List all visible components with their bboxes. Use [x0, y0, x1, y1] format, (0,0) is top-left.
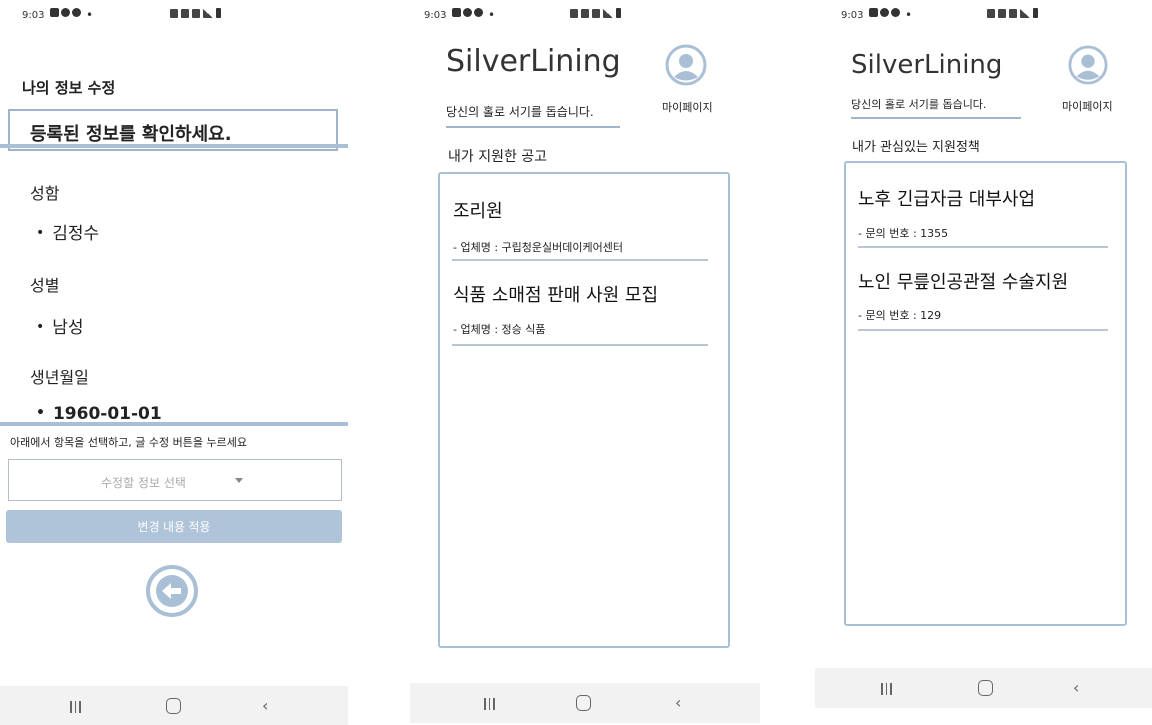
tagline: 당신의 홀로 서기를 돕습니다. [851, 98, 987, 111]
top-divider [0, 144, 348, 148]
android-nav-bar: ‹ [815, 668, 1152, 708]
policy-item-title[interactable]: 노후 긴급자금 대부사업 [858, 185, 1035, 211]
apply-changes-button[interactable]: 변경 내용 적용 [6, 510, 342, 543]
system-icons [570, 8, 621, 18]
tagline-underline [446, 126, 620, 128]
field-select-dropdown[interactable]: 수정할 정보 선택 [8, 459, 342, 501]
back-nav-icon[interactable]: ‹ [262, 696, 268, 715]
interested-policies-screen: 9:03 • SilverLining 당신의 홀로 서기를 돕습니다. 마이페… [815, 0, 1152, 725]
arrow-left-circle-icon[interactable] [145, 564, 199, 618]
tagline-underline [851, 117, 1021, 119]
system-icons [170, 8, 221, 18]
brand-logo-text: SilverLining [851, 50, 1003, 80]
bottom-divider [0, 422, 348, 426]
android-nav-bar: ‹ [410, 683, 760, 723]
confirm-banner-text: 등록된 정보를 확인하세요. [30, 124, 232, 145]
status-time: 9:03 [22, 10, 45, 21]
user-avatar-icon[interactable] [665, 44, 707, 86]
birthdate-label: 생년월일 [30, 368, 89, 387]
gender-label: 성별 [30, 276, 60, 295]
recents-icon[interactable] [70, 701, 81, 713]
recents-icon[interactable] [881, 683, 892, 695]
android-nav-bar: ‹ [0, 686, 348, 725]
policy-item-divider [858, 246, 1108, 248]
mypage-link[interactable]: 마이페이지 [662, 99, 713, 115]
job-item-divider [452, 259, 708, 261]
status-dot: • [905, 8, 913, 22]
job-item-title[interactable]: 조리원 [453, 197, 503, 223]
job-item-title[interactable]: 식품 소매점 판매 사원 모집 [453, 281, 658, 307]
status-dot: • [488, 8, 496, 22]
job-item-company: - 업체명 : 정승 식품 [453, 323, 546, 336]
section-title: 내가 지원한 공고 [448, 149, 548, 165]
back-nav-icon[interactable]: ‹ [675, 693, 681, 712]
notification-icons [452, 8, 483, 17]
job-item-company: - 업체명 : 구립청운실버데이케어센터 [453, 241, 623, 254]
select-placeholder: 수정할 정보 선택 [101, 476, 186, 490]
back-nav-icon[interactable]: ‹ [1073, 678, 1079, 697]
notification-icons [50, 8, 81, 17]
recents-icon[interactable] [484, 698, 495, 710]
gender-value: 남성 [36, 313, 83, 338]
user-avatar-icon[interactable] [1068, 45, 1110, 87]
name-label: 성함 [30, 184, 60, 203]
status-dot: • [86, 8, 94, 22]
home-icon[interactable] [166, 698, 181, 714]
instruction-text: 아래에서 항목을 선택하고, 글 수정 버튼을 누르세요 [10, 436, 247, 449]
notification-icons [869, 8, 900, 17]
interested-policies-card: 노후 긴급자금 대부사업 - 문의 번호 : 1355 노인 무릎인공관절 수술… [844, 161, 1127, 626]
status-bar: 9:03 • [410, 0, 760, 28]
job-item-divider [452, 344, 708, 346]
policy-item-contact: - 문의 번호 : 129 [858, 309, 942, 322]
applied-jobs-screen: 9:03 • SilverLining 당신의 홀로 서기를 돕습니다. 마이페… [410, 0, 760, 725]
caret-down-icon [235, 478, 243, 483]
system-icons [987, 8, 1038, 18]
home-icon[interactable] [978, 680, 993, 696]
section-title: 내가 관심있는 지원정책 [852, 140, 980, 155]
mypage-link[interactable]: 마이페이지 [1062, 98, 1113, 114]
tagline: 당신의 홀로 서기를 돕습니다. [446, 105, 594, 119]
name-value: 김정수 [36, 219, 99, 244]
policy-item-contact: - 문의 번호 : 1355 [858, 227, 949, 240]
applied-jobs-card: 조리원 - 업체명 : 구립청운실버데이케어센터 식품 소매점 판매 사원 모집… [438, 172, 730, 648]
status-time: 9:03 [841, 10, 864, 21]
policy-item-divider [858, 329, 1108, 331]
page-title: 나의 정보 수정 [22, 79, 116, 97]
status-bar: 9:03 • [0, 0, 348, 28]
edit-profile-screen: 9:03 • 나의 정보 수정 등록된 정보를 확인하세요. 성함 김정수 성별… [0, 0, 348, 725]
status-bar: 9:03 • [815, 0, 1152, 28]
status-time: 9:03 [424, 10, 447, 21]
policy-item-title[interactable]: 노인 무릎인공관절 수술지원 [858, 268, 1068, 294]
brand-logo-text: SilverLining [446, 44, 621, 79]
birthdate-value: 1960-01-01 [36, 404, 162, 424]
home-icon[interactable] [576, 695, 591, 711]
